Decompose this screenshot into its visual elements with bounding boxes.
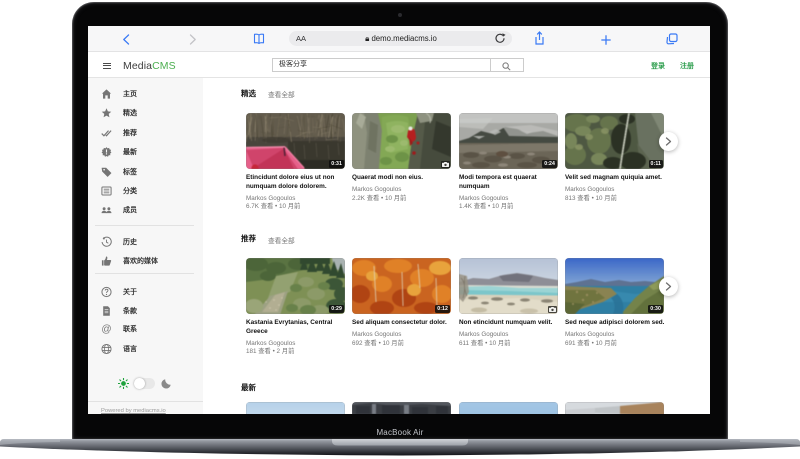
svg-text:@: @ xyxy=(101,324,111,334)
